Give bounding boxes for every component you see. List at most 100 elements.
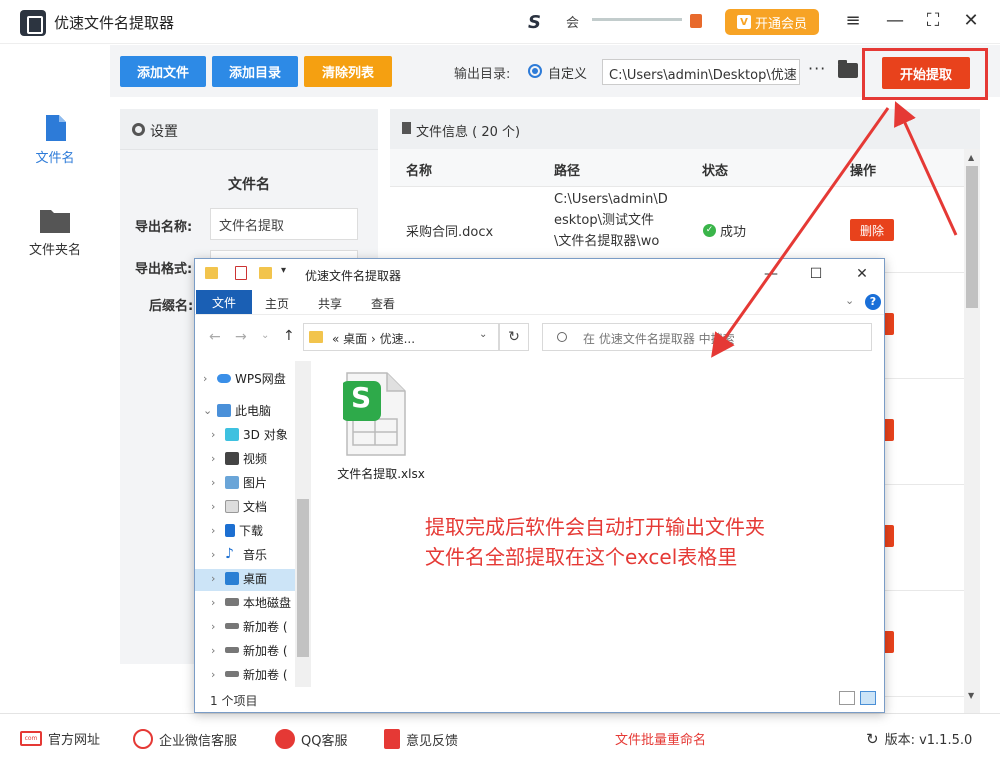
wechat-icon [133, 729, 153, 749]
back-icon[interactable]: ← [209, 329, 221, 345]
scroll-down-icon[interactable]: ▼ [968, 691, 974, 700]
website-link[interactable]: com 官方网址 [20, 729, 100, 748]
export-format-label: 导出格式: [135, 262, 193, 277]
cube-icon [225, 427, 239, 441]
output-path-input[interactable]: C:\Users\admin\Desktop\优速 [602, 59, 800, 85]
row-file-name: 采购合同.docx [406, 225, 494, 240]
wechat-support-link[interactable]: 企业微信客服 [133, 729, 237, 749]
tree-item-this-pc[interactable]: ⌄ 此电脑 [203, 399, 309, 421]
custom-radio[interactable] [528, 64, 542, 78]
tab-file[interactable]: 文件 [196, 290, 252, 314]
path-line: \文件名提取器\wo [554, 234, 660, 249]
file-info-title: 文件信息 ( 20 个) [416, 125, 521, 140]
tab-view[interactable]: 查看 [371, 295, 395, 312]
open-folder-icon[interactable] [838, 60, 858, 78]
sidebar-item-filename[interactable]: 文件名 [0, 115, 110, 166]
explorer-title-bar: ▾ 优速文件名提取器 — ☐ ✕ [195, 259, 884, 289]
tree-item-label: 视频 [243, 451, 268, 466]
explorer-window: ▾ 优速文件名提取器 — ☐ ✕ 文件 主页 共享 查看 ⌄ ? ← → ⌄ ↑… [194, 258, 885, 713]
status-text: 成功 [720, 225, 747, 240]
open-vip-button[interactable]: V 开通会员 [725, 9, 819, 35]
table-header: 名称 路径 状态 操作 [390, 149, 964, 187]
toolbar: 添加文件 添加目录 清除列表 输出目录: 自定义 C:\Users\admin\… [110, 45, 1000, 100]
scroll-thumb[interactable] [966, 166, 978, 308]
minimize-icon[interactable]: — [884, 10, 906, 32]
recent-dropdown-icon[interactable]: ⌄ [261, 330, 269, 341]
export-name-input[interactable]: 文件名提取 [210, 208, 358, 240]
annotation-line-1: 提取完成后软件会自动打开输出文件夹 [425, 515, 765, 539]
xlsx-file-name[interactable]: 文件名提取.xlsx [331, 465, 431, 482]
tree-item-label: 此电脑 [235, 403, 272, 418]
explorer-close-icon[interactable]: ✕ [852, 264, 872, 284]
pictures-icon [225, 475, 239, 489]
batch-rename-link[interactable]: 文件批量重命名 [615, 729, 706, 748]
add-file-button[interactable]: 添加文件 [120, 56, 206, 87]
address-dropdown-icon[interactable]: ⌄ [479, 329, 487, 340]
tree-item-wps-drive[interactable]: › WPS网盘 [203, 367, 309, 389]
maximize-icon[interactable]: ⛶ [922, 10, 944, 32]
tree-item-label: 3D 对象 [243, 427, 288, 442]
new-folder-icon[interactable] [259, 267, 272, 279]
tree-scroll-thumb[interactable] [297, 499, 309, 657]
details-view-icon[interactable] [839, 691, 855, 705]
disk-icon [225, 647, 239, 653]
settings-title: 设置 [150, 124, 178, 140]
tree-item-label: 文档 [243, 499, 268, 514]
explorer-status-bar [195, 687, 884, 712]
explorer-minimize-icon[interactable]: — [761, 264, 781, 284]
add-directory-button[interactable]: 添加目录 [212, 56, 298, 87]
tree-item-label: 桌面 [243, 571, 268, 586]
brand-text: 会 [566, 16, 580, 31]
large-icons-view-icon[interactable] [860, 691, 876, 705]
forward-icon[interactable]: → [235, 329, 247, 345]
tree-item-label: 新加卷 ( [243, 667, 288, 682]
search-icon [557, 332, 567, 342]
qq-support-link[interactable]: QQ客服 [275, 729, 347, 749]
row-file-path: C:\Users\admin\D esktop\测试文件 \文件名提取器\wo [554, 189, 668, 252]
custom-radio-label: 自定义 [548, 67, 588, 82]
start-extract-button[interactable]: 开始提取 [882, 57, 970, 89]
version-info: ↻ 版本: v1.1.5.0 [866, 729, 973, 749]
user-name-blurred [592, 14, 690, 26]
sidebar-item-label: 文件名 [35, 151, 75, 166]
tab-share[interactable]: 共享 [318, 295, 342, 312]
folder-icon [205, 267, 218, 279]
desktop-icon [225, 571, 239, 585]
address-bar[interactable]: « 桌面 › 优速... [303, 323, 499, 351]
menu-icon[interactable]: ≡ [842, 10, 864, 32]
explorer-ribbon [195, 289, 884, 315]
explorer-maximize-icon[interactable]: ☐ [806, 264, 826, 284]
vip-icon: V [736, 15, 751, 29]
item-count: 1 个项目 [210, 694, 258, 708]
video-icon [225, 451, 239, 465]
folder-icon [309, 331, 323, 343]
app-logo-icon [20, 10, 46, 36]
feedback-link[interactable]: 意见反馈 [384, 729, 458, 749]
column-header-status: 状态 [702, 164, 729, 179]
more-options-button[interactable]: ··· [808, 59, 826, 78]
wechat-label: 企业微信客服 [159, 733, 238, 749]
up-icon[interactable]: ↑ [283, 328, 295, 344]
disk-icon [225, 623, 239, 629]
update-icon: ↻ [866, 729, 879, 748]
output-dir-label: 输出目录: [454, 67, 511, 82]
tree-item-label: WPS网盘 [235, 371, 286, 386]
refresh-button[interactable]: ↻ [499, 323, 529, 351]
ribbon-expand-icon[interactable]: ⌄ [845, 294, 854, 307]
clear-list-button[interactable]: 清除列表 [304, 56, 392, 87]
tab-home[interactable]: 主页 [265, 295, 289, 312]
search-input[interactable]: 在 优速文件名提取器 中搜索 [542, 323, 872, 351]
sidebar-item-label: 文件夹名 [28, 243, 81, 258]
properties-icon[interactable] [235, 266, 247, 280]
scroll-up-icon[interactable]: ▲ [968, 153, 974, 162]
website-icon: com [20, 731, 42, 746]
help-icon[interactable]: ? [865, 294, 881, 310]
music-icon: ♪ [225, 546, 234, 562]
delete-button[interactable]: 删除 [850, 219, 894, 241]
version-label: 版本: v1.1.5.0 [884, 733, 973, 748]
sidebar-item-foldername[interactable]: 文件夹名 [0, 207, 110, 258]
tree-item-label: 下载 [239, 523, 264, 538]
quick-access-dropdown-icon[interactable]: ▾ [281, 265, 286, 276]
close-icon[interactable]: ✕ [960, 10, 982, 32]
vip-badge-icon [690, 14, 702, 28]
